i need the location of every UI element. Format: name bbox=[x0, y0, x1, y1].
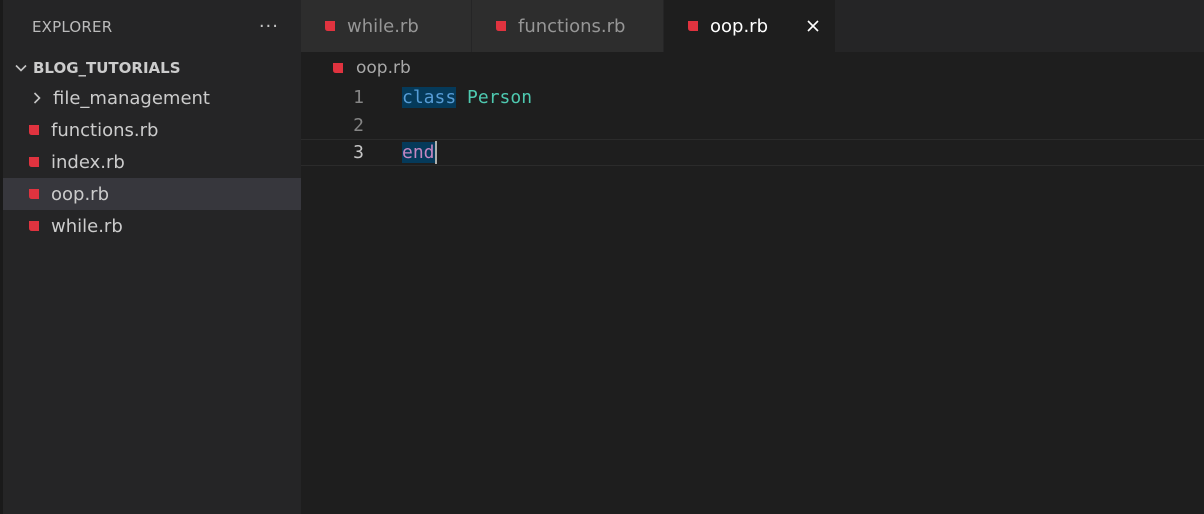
root-folder-label: BLOG_TUTORIALS bbox=[33, 59, 181, 77]
tab-label: while.rb bbox=[347, 15, 419, 37]
tree-file-oop[interactable]: oop.rb bbox=[3, 178, 301, 210]
more-actions-icon[interactable]: ··· bbox=[259, 18, 279, 36]
tree-file-while[interactable]: while.rb bbox=[3, 210, 301, 242]
breadcrumb[interactable]: oop.rb bbox=[301, 52, 1204, 84]
tree-item-label: while.rb bbox=[51, 215, 123, 237]
code-line-current[interactable]: 3 end bbox=[301, 139, 1204, 166]
ruby-file-icon bbox=[494, 19, 508, 33]
ruby-file-icon bbox=[27, 187, 41, 201]
editor-tab-bar: while.rb functions.rb oop.rb bbox=[301, 0, 1204, 52]
end-keyword-token: end bbox=[402, 141, 435, 163]
tab-label: functions.rb bbox=[518, 15, 626, 37]
breadcrumb-file[interactable]: oop.rb bbox=[356, 58, 411, 78]
code-line[interactable]: 2 bbox=[301, 112, 1204, 139]
line-number: 2 bbox=[353, 115, 364, 136]
code-line[interactable]: 1 class Person bbox=[301, 84, 1204, 111]
class-name-token: Person bbox=[467, 87, 533, 108]
chevron-right-icon[interactable] bbox=[27, 88, 47, 108]
tree-item-label: file_management bbox=[53, 87, 210, 109]
tree-item-label: index.rb bbox=[51, 151, 125, 173]
tree-item-label: functions.rb bbox=[51, 119, 159, 141]
tree-item-label: oop.rb bbox=[51, 183, 109, 205]
tab-label: oop.rb bbox=[710, 15, 768, 37]
root-folder[interactable]: BLOG_TUTORIALS bbox=[3, 54, 301, 82]
ruby-file-icon bbox=[323, 19, 337, 33]
text-cursor bbox=[434, 141, 437, 164]
tree-folder-file-management[interactable]: file_management bbox=[3, 82, 301, 114]
tree-file-index[interactable]: index.rb bbox=[3, 146, 301, 178]
explorer-title: EXPLORER bbox=[32, 18, 113, 36]
tab-while[interactable]: while.rb bbox=[301, 0, 472, 52]
tab-oop[interactable]: oop.rb bbox=[664, 0, 836, 52]
tab-functions[interactable]: functions.rb bbox=[472, 0, 664, 52]
ruby-file-icon bbox=[331, 61, 345, 75]
tree-file-functions[interactable]: functions.rb bbox=[3, 114, 301, 146]
code-text[interactable]: end bbox=[402, 141, 437, 164]
chevron-down-icon[interactable] bbox=[11, 58, 31, 78]
line-number: 3 bbox=[353, 142, 364, 163]
explorer-sidebar: EXPLORER ··· BLOG_TUTORIALS file_managem… bbox=[0, 0, 301, 514]
keyword-token: class bbox=[402, 87, 457, 108]
code-text[interactable]: class Person bbox=[402, 87, 532, 108]
code-editor[interactable]: 1 class Person 2 3 end bbox=[301, 84, 1204, 514]
ruby-file-icon bbox=[27, 123, 41, 137]
explorer-header: EXPLORER ··· bbox=[3, 0, 301, 54]
ruby-file-icon bbox=[686, 19, 700, 33]
ruby-file-icon bbox=[27, 219, 41, 233]
line-number: 1 bbox=[353, 87, 364, 108]
ruby-file-icon bbox=[27, 155, 41, 169]
close-icon[interactable] bbox=[805, 18, 821, 34]
